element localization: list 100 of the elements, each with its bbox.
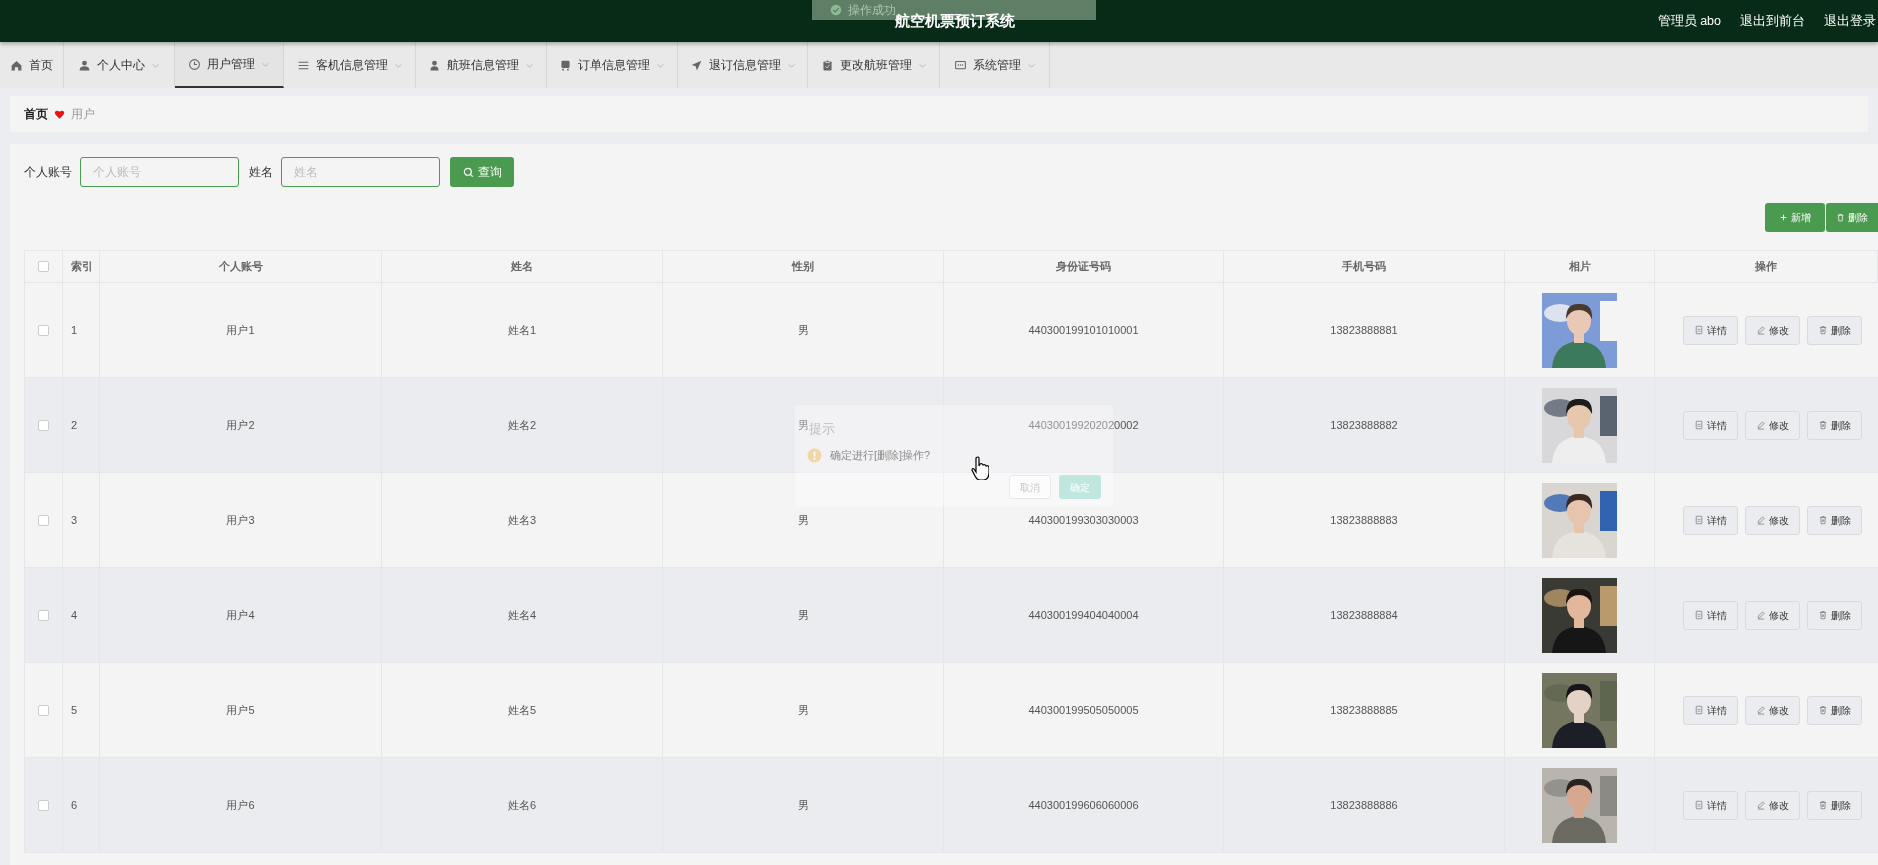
table-cell-text: 440300199505050005 [1028, 702, 1139, 718]
document-icon [1694, 325, 1704, 335]
checkbox[interactable] [38, 261, 49, 272]
table-cell-text: 姓名3 [507, 512, 537, 528]
table-cell-text: 用户4 [226, 607, 255, 623]
header-link[interactable]: 退出登录 [1824, 11, 1876, 31]
chat-icon [953, 58, 967, 72]
row-action-button[interactable]: 删除 [1807, 315, 1862, 345]
nav-tab[interactable]: 客机信息管理 [284, 42, 416, 88]
column-header: 身份证号码 [1056, 259, 1111, 275]
table-cell-text: 3 [71, 512, 78, 528]
column-header: 相片 [1568, 259, 1591, 275]
row-action-button[interactable]: 详情 [1683, 505, 1738, 535]
nav-tab[interactable]: 订单信息管理 [547, 42, 678, 88]
header-link[interactable]: 退出到前台 [1740, 11, 1805, 31]
warning-icon [807, 447, 822, 463]
trash-icon [1818, 800, 1828, 810]
checkbox[interactable] [38, 704, 49, 716]
pencil-icon [1756, 800, 1766, 810]
checkbox[interactable] [38, 324, 49, 336]
row-action-button[interactable]: 修改 [1745, 600, 1800, 630]
table-cell-text: 13823888885 [1330, 702, 1398, 718]
row-action-button[interactable]: 删除 [1807, 695, 1862, 725]
column-header: 姓名 [511, 259, 533, 275]
row-action-button[interactable]: 删除 [1807, 505, 1862, 535]
table-cell-text: 用户5 [226, 702, 255, 718]
row-action-button[interactable]: 详情 [1683, 410, 1738, 440]
trash-icon [1818, 705, 1828, 715]
row-action-button[interactable]: 详情 [1683, 315, 1738, 345]
checkbox[interactable] [38, 609, 49, 621]
clipboard-icon [820, 58, 834, 72]
nav-tab[interactable]: 更改航班管理 [808, 42, 940, 88]
row-action-button[interactable]: 删除 [1807, 410, 1862, 440]
nav-tab[interactable]: 用户管理 [175, 42, 284, 88]
search-icon [462, 166, 474, 178]
table-cell-text: 4 [71, 607, 78, 623]
table-cell-text: 用户1 [226, 322, 255, 338]
row-action-button[interactable]: 详情 [1683, 600, 1738, 630]
table-cell-text: 姓名1 [507, 322, 537, 338]
row-action-button[interactable]: 详情 [1683, 695, 1738, 725]
document-icon [1694, 420, 1704, 430]
checkbox[interactable] [38, 514, 49, 526]
nav-tab[interactable]: 退订信息管理 [678, 42, 808, 88]
document-icon [1694, 515, 1704, 525]
table-cell-text: 440300199202020002 [1028, 417, 1139, 433]
table-cell-text: 13823888884 [1330, 607, 1398, 623]
dialog-message: 确定进行[删除]操作? [830, 448, 931, 463]
column-header: 手机号码 [1342, 259, 1386, 275]
table-cell-text: 男 [797, 512, 809, 528]
table-cell-text: 1 [71, 322, 78, 338]
user-label: 管理员 abo [1657, 12, 1721, 30]
heart-icon [54, 108, 65, 120]
column-header: 性别 [792, 259, 814, 275]
document-icon [1694, 610, 1704, 620]
pencil-icon [1756, 325, 1766, 335]
row-action-button[interactable]: 修改 [1745, 790, 1800, 820]
checkbox[interactable] [38, 419, 49, 431]
table-cell-text: 姓名5 [507, 702, 537, 718]
table-cell-text: 13823888881 [1330, 322, 1398, 338]
row-action-button[interactable]: 修改 [1745, 505, 1800, 535]
table-cell-text: 6 [71, 797, 78, 813]
table-cell-text: 男 [797, 702, 809, 718]
row-action-button[interactable]: 修改 [1745, 410, 1800, 440]
table-cell-text: 男 [797, 322, 809, 338]
pencil-icon [1756, 420, 1766, 430]
table-cell-text: 5 [71, 702, 78, 718]
person-icon [78, 58, 91, 72]
field-label: 个人账号 [24, 164, 72, 181]
checkbox[interactable] [38, 799, 49, 811]
plus-icon [1779, 213, 1788, 222]
trash-icon [1836, 213, 1845, 222]
row-action-button[interactable]: 删除 [1807, 790, 1862, 820]
trash-icon [1818, 325, 1828, 335]
table-cell-text: 13823888886 [1330, 797, 1398, 813]
row-action-button[interactable]: 修改 [1745, 695, 1800, 725]
table-cell-text: 男 [797, 797, 809, 813]
document-icon [1694, 705, 1704, 715]
table-cell-text: 用户2 [226, 417, 255, 433]
row-action-button[interactable]: 修改 [1745, 315, 1800, 345]
column-header: 个人账号 [218, 259, 263, 275]
app-title: 航空机票预订系统 [895, 11, 1015, 31]
nav-tab[interactable]: 航班信息管理 [416, 42, 547, 88]
pencil-icon [1756, 705, 1766, 715]
column-header: 索引 [71, 259, 93, 275]
table-cell-text: 440300199303030003 [1028, 512, 1139, 528]
table-cell-text: 用户3 [226, 512, 255, 528]
table-cell-text: 2 [71, 417, 78, 433]
table-cell-text: 用户6 [226, 797, 255, 813]
row-action-button[interactable]: 删除 [1807, 600, 1862, 630]
toast-message: 操作成功 [848, 2, 896, 17]
column-header: 操作 [1755, 259, 1777, 275]
table-cell-text: 姓名2 [507, 417, 537, 433]
row-action-button[interactable]: 详情 [1683, 790, 1738, 820]
table-cell-text: 姓名4 [507, 607, 537, 623]
clock-icon [188, 57, 201, 71]
nav-tab[interactable]: 首页 [0, 42, 64, 88]
document-icon [1694, 800, 1704, 810]
breadcrumb-item[interactable]: 首页 [24, 105, 48, 123]
nav-tab[interactable]: 系统管理 [940, 42, 1050, 88]
table-cell-text: 姓名6 [507, 797, 537, 813]
